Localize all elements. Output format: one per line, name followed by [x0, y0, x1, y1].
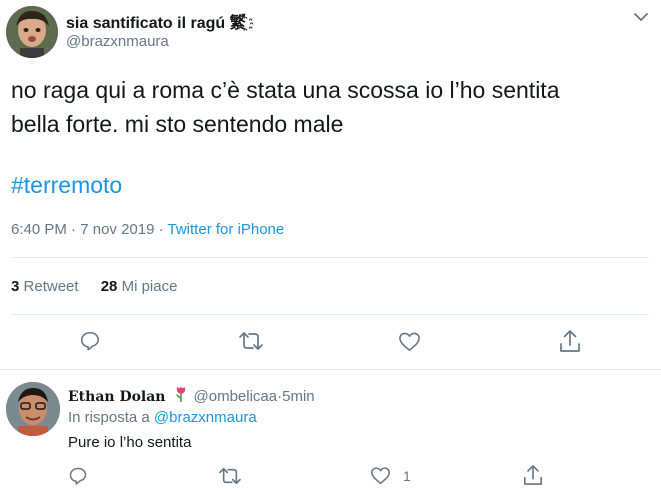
reply-icon	[80, 331, 100, 351]
reply-reply-button[interactable]	[68, 466, 88, 486]
tweet-stats: 3 Retweet 28 Mi piace	[11, 278, 195, 295]
reply-mention-link[interactable]: @brazxnmaura	[154, 409, 257, 426]
reply-share-button[interactable]	[523, 464, 543, 486]
tulip-emoji-icon	[174, 385, 188, 408]
reply-time[interactable]: 5min	[282, 388, 315, 405]
heart-icon	[371, 467, 390, 485]
tweet-date[interactable]: 7 nov 2019	[80, 221, 154, 238]
reply-display-name[interactable]: Ethan Dolan	[68, 389, 166, 405]
like-stat[interactable]: 28 Mi piace	[101, 278, 178, 295]
divider	[11, 257, 649, 258]
heart-icon	[399, 332, 420, 351]
share-button[interactable]	[559, 329, 581, 353]
retweet-icon	[219, 467, 241, 485]
meta-separator: ·	[66, 221, 81, 238]
in-reply-to: In risposta a @brazxnmaura	[68, 409, 257, 426]
thread-separator	[0, 369, 661, 370]
display-name[interactable]: sia santificato il ragú 繁҈̀́	[66, 9, 246, 33]
reply-icon	[69, 467, 87, 485]
meta-separator-2: ·	[154, 221, 168, 238]
main-tweet: sia santificato il ragú 繁҈̀́ @brazxnmaur…	[0, 0, 661, 370]
like-count: 28	[100, 278, 118, 295]
reply-avatar[interactable]	[6, 382, 60, 436]
share-icon	[524, 465, 542, 485]
tweet-time[interactable]: 6:40 PM	[11, 221, 67, 238]
retweet-label: Retweet	[23, 278, 79, 295]
reply-text: Pure io l’ho sentita	[68, 434, 192, 451]
reply-retweet-button[interactable]	[218, 466, 242, 486]
reply-header: Ethan Dolan @ombelicaa · 5min	[68, 385, 315, 408]
tweet-meta: 6:40 PM · 7 nov 2019 · Twitter for iPhon…	[11, 221, 284, 238]
retweet-stat[interactable]: 3 Retweet	[11, 278, 79, 295]
retweet-button[interactable]	[238, 330, 264, 352]
divider	[11, 314, 649, 315]
avatar[interactable]	[6, 6, 58, 58]
tweet-text-line-1: no raga qui a roma c’è stata una scossa …	[11, 77, 560, 103]
reply-button[interactable]	[79, 330, 101, 352]
retweet-count: 3	[11, 278, 20, 295]
reply-prefix: In risposta a	[68, 409, 154, 426]
reply-like-count: 1	[403, 467, 411, 484]
user-handle[interactable]: @brazxnmaura	[66, 33, 169, 50]
tweet-source-link[interactable]: Twitter for iPhone	[168, 221, 285, 238]
like-button[interactable]	[398, 331, 421, 352]
share-icon	[560, 330, 580, 352]
reply-like-button[interactable]: 1	[370, 466, 411, 485]
like-label: Mi piace	[121, 278, 178, 295]
tweet-text-line-2: bella forte. mi sto sentendo male	[11, 111, 344, 137]
retweet-icon	[239, 332, 263, 350]
chevron-down-icon[interactable]	[632, 8, 650, 26]
hashtag-link[interactable]: #terremoto	[11, 172, 122, 199]
tweet-text: no raga qui a roma c’è stata una scossa …	[11, 73, 651, 141]
reply-handle[interactable]: @ombelicaa	[194, 388, 278, 405]
